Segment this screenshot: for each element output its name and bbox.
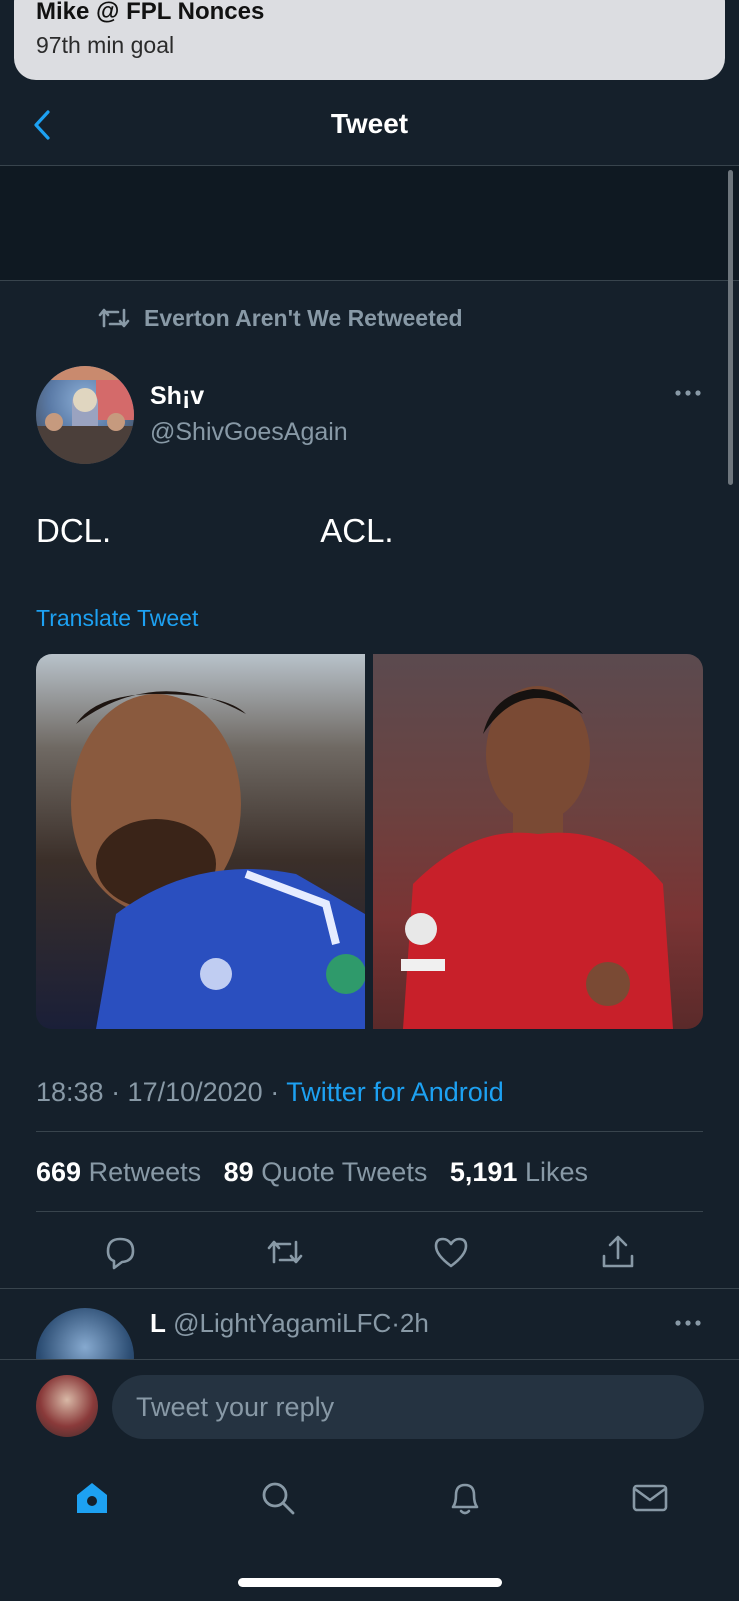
share-icon[interactable] [598, 1232, 638, 1272]
reply-separator: · [391, 1308, 400, 1338]
likes-label: Likes [524, 1157, 588, 1187]
search-icon[interactable] [258, 1478, 298, 1518]
tweet-timestamp: 18:38 · 17/10/2020 · Twitter for Android [36, 1077, 504, 1108]
retweet-icon[interactable] [265, 1232, 305, 1272]
tweet-text: DCL. ACL. [36, 512, 394, 549]
tweet-image-1[interactable] [36, 654, 365, 1029]
likes-stat[interactable]: 5,191 Likes [450, 1157, 588, 1187]
quotes-count: 89 [223, 1157, 254, 1187]
player-photo-liverpool [401, 686, 673, 1029]
divider [36, 1131, 703, 1132]
avatar[interactable] [36, 366, 134, 464]
reply-header[interactable]: L @LightYagamiLFC·2h [150, 1308, 429, 1339]
heart-icon[interactable] [431, 1232, 471, 1272]
translate-link[interactable]: Translate Tweet [36, 605, 198, 632]
tweet-image-2[interactable] [373, 654, 703, 1029]
retweet-context[interactable]: Everton Aren't We Retweeted [98, 302, 463, 334]
retweets-stat[interactable]: 669 Retweets [36, 1157, 201, 1187]
tweet-source[interactable]: Twitter for Android [286, 1077, 504, 1107]
divider [36, 1211, 703, 1212]
reply-age: 2h [399, 1308, 429, 1338]
scrollbar[interactable] [728, 170, 733, 485]
reply-input[interactable]: Tweet your reply [112, 1375, 704, 1439]
current-user-avatar[interactable] [36, 1375, 98, 1437]
author-handle[interactable]: @ShivGoesAgain [150, 418, 348, 447]
context-band [0, 166, 739, 280]
likes-count: 5,191 [449, 1157, 518, 1187]
notification-body: 97th min goal [36, 32, 175, 58]
author-name[interactable]: Sh¡v [150, 382, 204, 411]
avatar-image [36, 366, 134, 464]
reply-author-name: L [150, 1308, 166, 1338]
mail-icon[interactable] [630, 1478, 670, 1518]
home-indicator [238, 1578, 502, 1587]
bell-icon[interactable] [445, 1478, 485, 1518]
page-title: Tweet [330, 108, 409, 139]
tweet-time: 18:38 · 17/10/2020 · [36, 1077, 287, 1107]
retweets-count: 669 [36, 1157, 82, 1187]
more-icon[interactable] [674, 1318, 702, 1328]
more-icon[interactable] [674, 388, 702, 398]
notification-banner[interactable]: Mike @ FPL Nonces 97th min goal [14, 0, 725, 80]
quotes-label: Quote Tweets [261, 1157, 428, 1187]
retweet-icon [98, 308, 130, 328]
retweets-label: Retweets [88, 1157, 202, 1187]
retweet-context-label: Everton Aren't We Retweeted [144, 304, 463, 331]
home-icon[interactable] [72, 1478, 112, 1518]
reply-author-handle: @LightYagamiLFC [173, 1308, 392, 1338]
divider [0, 1288, 739, 1289]
tweet-stats: 669 Retweets 89 Quote Tweets 5,191 Likes [36, 1157, 588, 1188]
notification-title: Mike @ FPL Nonces [36, 0, 265, 25]
divider [0, 280, 739, 281]
player-photo-everton [71, 691, 365, 1029]
quotes-stat[interactable]: 89 Quote Tweets [224, 1157, 428, 1187]
reply-icon[interactable] [100, 1232, 140, 1272]
